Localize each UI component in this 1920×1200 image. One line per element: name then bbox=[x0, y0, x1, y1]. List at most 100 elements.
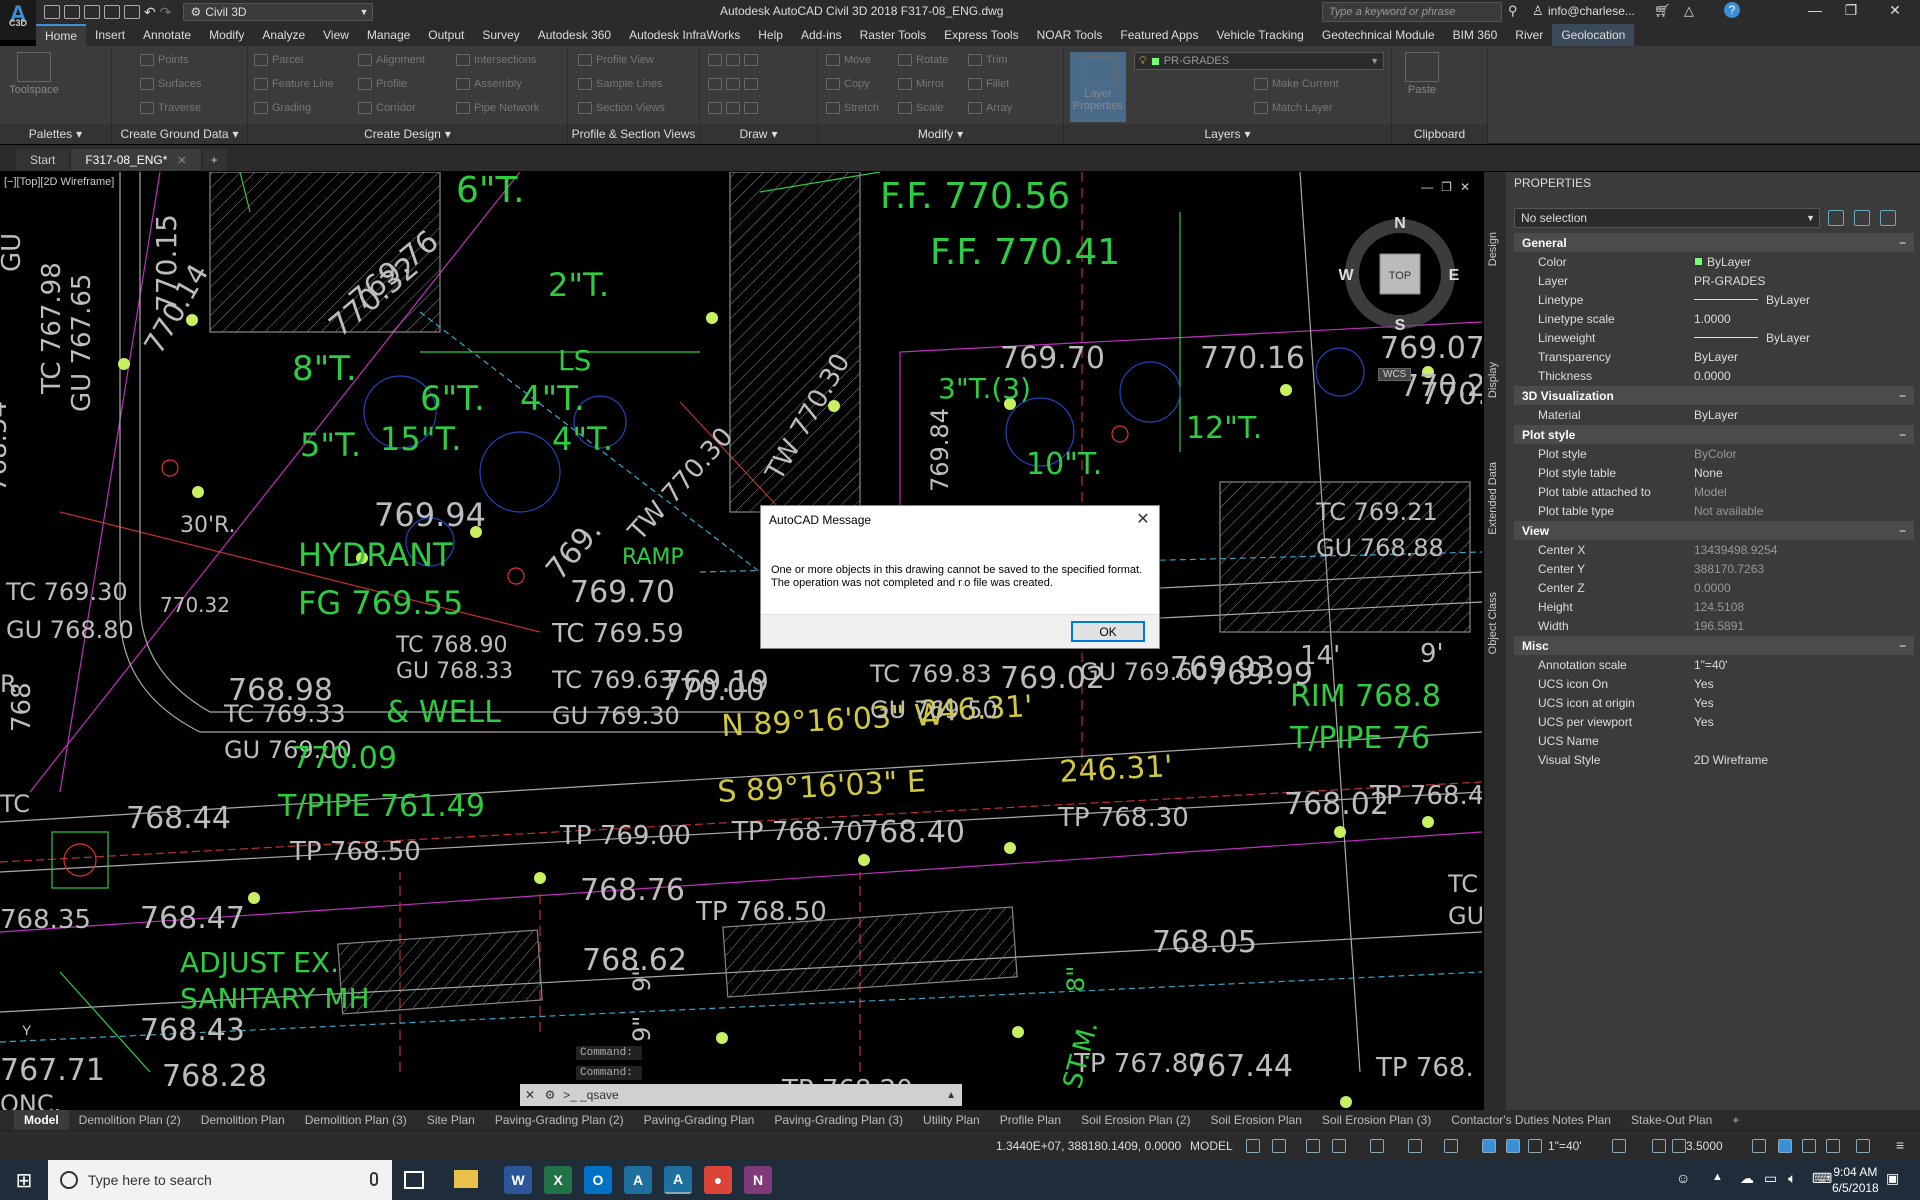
collapse-icon[interactable]: − bbox=[1899, 236, 1906, 250]
drawing-annotation[interactable]: 5"T. bbox=[300, 426, 361, 464]
toggle-pickadd-icon[interactable] bbox=[1828, 210, 1844, 226]
drawing-annotation[interactable]: 770.32 bbox=[160, 593, 230, 617]
notifications-icon[interactable]: ▣ bbox=[1886, 1170, 1899, 1187]
drawing-annotation[interactable]: 769.84 bbox=[926, 408, 954, 492]
circle-tool[interactable] bbox=[708, 78, 758, 90]
property-row[interactable]: Plot table attached to Model bbox=[1514, 482, 1914, 501]
lineweight-icon[interactable] bbox=[1408, 1139, 1422, 1153]
tab-modify[interactable]: Modify bbox=[200, 24, 253, 46]
drawing-annotation[interactable]: 770.15 bbox=[150, 214, 183, 312]
drawing-annotation[interactable]: TP 768.30 bbox=[1057, 803, 1189, 833]
wcs-menu[interactable]: WCS bbox=[1378, 368, 1412, 381]
layout-tab-soil-erosion-plan-3-[interactable]: Soil Erosion Plan (3) bbox=[1312, 1110, 1441, 1130]
tab-help[interactable]: Help bbox=[749, 24, 792, 46]
command-input[interactable]: _qsave bbox=[580, 1088, 619, 1102]
property-section-misc[interactable]: Misc − bbox=[1514, 636, 1914, 655]
drawing-annotation[interactable]: TP 769.00 bbox=[559, 821, 691, 851]
panel-title-create-design[interactable]: Create Design ▾ bbox=[248, 124, 567, 144]
tab-autodesk-360[interactable]: Autodesk 360 bbox=[529, 24, 620, 46]
drawing-annotation[interactable]: ONC. bbox=[0, 1090, 61, 1110]
property-value[interactable]: 1"=40' bbox=[1690, 655, 1914, 674]
property-value[interactable]: 124.5108 bbox=[1690, 597, 1914, 616]
lock-ui-icon[interactable] bbox=[1826, 1139, 1840, 1153]
drawing-annotation[interactable]: 767.71 bbox=[0, 1053, 105, 1088]
taskbar-app-outlook-icon[interactable]: O bbox=[584, 1166, 612, 1194]
tab-survey[interactable]: Survey bbox=[473, 24, 528, 46]
drawing-annotation[interactable]: LS bbox=[558, 344, 591, 377]
selection-dropdown[interactable]: No selection ▼ bbox=[1514, 208, 1820, 228]
survey-node[interactable] bbox=[1334, 826, 1346, 838]
chevron-up-icon[interactable]: ▲ bbox=[1712, 1171, 1723, 1183]
stretch-button[interactable]: Stretch bbox=[826, 102, 879, 114]
traverse-button[interactable]: Traverse bbox=[140, 102, 201, 114]
layer-properties-button[interactable]: Layer Properties bbox=[1070, 52, 1126, 122]
drawing-annotation[interactable]: 768.35 bbox=[0, 905, 91, 935]
layout-tab-stake-out-plan[interactable]: Stake-Out Plan bbox=[1621, 1110, 1722, 1130]
drawing-annotation[interactable]: 2"T. bbox=[548, 266, 609, 304]
property-value[interactable]: None bbox=[1690, 463, 1914, 482]
drawing-annotation[interactable]: HYDRANT bbox=[298, 536, 453, 574]
drawing-annotation[interactable]: 769.70 bbox=[1000, 341, 1105, 376]
tab-start[interactable]: Start bbox=[16, 149, 70, 171]
property-row[interactable]: Thickness 0.0000 bbox=[1514, 366, 1914, 385]
dialog-close-button[interactable]: ✕ bbox=[1133, 510, 1153, 530]
drawing-annotation[interactable]: 8"T. bbox=[292, 349, 357, 389]
select-objects-icon[interactable] bbox=[1854, 210, 1870, 226]
drawing-annotation[interactable]: 4"T. bbox=[520, 379, 585, 419]
sample-lines-button[interactable]: Sample Lines bbox=[578, 78, 663, 90]
property-row[interactable]: Color ByLayer bbox=[1514, 252, 1914, 271]
drawing-annotation[interactable]: RAMP bbox=[622, 545, 684, 570]
ortho-icon[interactable] bbox=[1306, 1139, 1320, 1153]
property-section-general[interactable]: General − bbox=[1514, 233, 1914, 252]
mirror-button[interactable]: Mirror bbox=[898, 78, 945, 90]
new-layout-button[interactable]: + bbox=[1722, 1110, 1749, 1130]
drawing-annotation[interactable]: 768.43 bbox=[140, 1013, 245, 1048]
side-tab-object-class[interactable]: Object Class bbox=[1487, 592, 1499, 654]
drawing-annotation[interactable]: 767.44 bbox=[1188, 1049, 1293, 1084]
drawing-annotation[interactable]: F.F. 770.41 bbox=[930, 232, 1120, 273]
drawing-annotation[interactable]: 8" bbox=[1062, 966, 1090, 992]
taskbar-app-word-icon[interactable]: W bbox=[504, 1166, 532, 1194]
drawing-annotation[interactable]: TP 768.40 bbox=[1369, 781, 1482, 811]
fillet-button[interactable]: Fillet bbox=[968, 78, 1009, 90]
drawing-annotation[interactable]: 769.99 bbox=[1208, 657, 1313, 692]
tab-manage[interactable]: Manage bbox=[358, 24, 419, 46]
property-value[interactable]: ByLayer bbox=[1690, 347, 1914, 366]
survey-node[interactable] bbox=[1280, 384, 1292, 396]
taskbar-search-input[interactable]: Type here to search bbox=[48, 1160, 392, 1200]
close-button[interactable]: ✕ bbox=[1880, 2, 1910, 19]
property-value[interactable]: ByLayer bbox=[1690, 328, 1914, 347]
property-row[interactable]: Transparency ByLayer bbox=[1514, 347, 1914, 366]
drawing-annotation[interactable]: 768.44 bbox=[126, 801, 231, 836]
property-row[interactable]: Center X 13439498.9254 bbox=[1514, 540, 1914, 559]
chevron-up-icon[interactable]: ▲ bbox=[946, 1090, 956, 1101]
workspace-select[interactable]: ⚙ Civil 3D ▼ bbox=[183, 3, 374, 21]
viewport-label[interactable]: [−][Top][2D Wireframe] bbox=[4, 176, 114, 188]
property-value[interactable]: 1.0000 bbox=[1690, 309, 1914, 328]
volume-icon[interactable]: 🔈︎ bbox=[1788, 1170, 1796, 1187]
property-value[interactable]: Yes bbox=[1690, 674, 1914, 693]
layout-tab-soil-erosion-plan[interactable]: Soil Erosion Plan bbox=[1201, 1110, 1312, 1130]
rotate-button[interactable]: Rotate bbox=[898, 54, 948, 66]
line-tool[interactable] bbox=[708, 54, 758, 66]
layout-tab-contactor-s-duties-notes-plan[interactable]: Contactor's Duties Notes Plan bbox=[1441, 1110, 1621, 1130]
survey-node[interactable] bbox=[118, 358, 130, 370]
tab-geolocation[interactable]: Geolocation bbox=[1552, 24, 1635, 46]
assembly-button[interactable]: Assembly bbox=[456, 78, 522, 90]
alignment-button[interactable]: Alignment bbox=[358, 54, 425, 66]
tab-geotechnical-module[interactable]: Geotechnical Module bbox=[1313, 24, 1444, 46]
wrench-icon[interactable]: ⚙ bbox=[540, 1088, 560, 1102]
survey-node[interactable] bbox=[1004, 842, 1016, 854]
parcel-button[interactable]: Parcel bbox=[254, 54, 303, 66]
collapse-icon[interactable]: − bbox=[1899, 428, 1906, 442]
pipe-network-button[interactable]: Pipe Network bbox=[456, 102, 539, 114]
panel-title-layers[interactable]: Layers ▾ bbox=[1064, 124, 1391, 144]
microphone-icon[interactable] bbox=[370, 1172, 378, 1186]
layout-tab-paving-grading-plan-2-[interactable]: Paving-Grading Plan (2) bbox=[485, 1110, 634, 1130]
property-row[interactable]: UCS icon On Yes bbox=[1514, 674, 1914, 693]
survey-node[interactable] bbox=[192, 486, 204, 498]
panel-title-create-ground-data[interactable]: Create Ground Data ▾ bbox=[112, 124, 247, 144]
drawing-annotation[interactable]: TC bbox=[0, 790, 30, 818]
property-row[interactable]: Lineweight ByLayer bbox=[1514, 328, 1914, 347]
drawing-annotation[interactable]: 770.00 bbox=[660, 673, 765, 708]
